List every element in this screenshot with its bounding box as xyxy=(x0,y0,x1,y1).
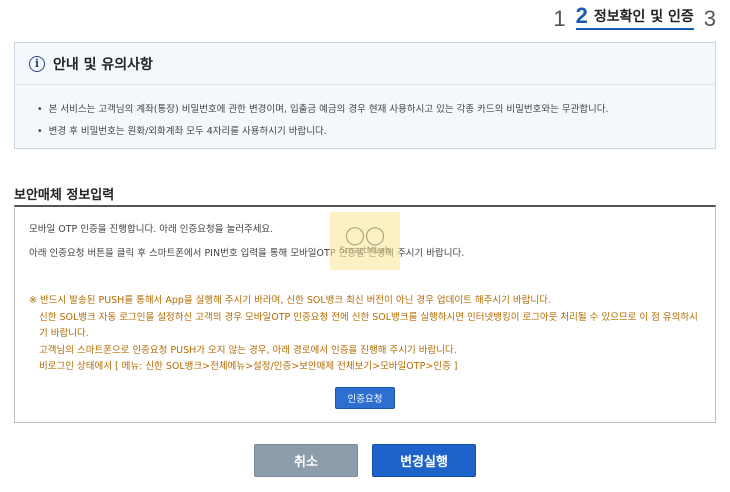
otp-instruction-1: 모바일 OTP 인증을 진행합니다. 아래 인증요청을 눌러주세요. xyxy=(29,224,274,235)
notice-header: i 안내 및 유의사항 xyxy=(15,43,715,85)
step-2-label: 정보확인 및 인증 xyxy=(593,9,694,25)
step-2-active: 2 정보확인 및 인증 xyxy=(575,3,694,30)
warning-line: 비로그인 상태에서 [ 메뉴: 신한 SOL뱅크>전체메뉴>설정/인증>보안매체… xyxy=(39,361,458,372)
section-title: 보안매체 정보입력 xyxy=(14,188,115,203)
execute-change-button[interactable]: 변경실행 xyxy=(372,444,476,477)
auth-request-button[interactable]: 인증요청 xyxy=(335,387,395,409)
warning-line: ※ 반드시 발송된 PUSH를 통해서 App을 실행해 주시기 바라며, 신한… xyxy=(29,295,551,306)
step-3: 3 xyxy=(703,6,716,31)
warning-block: ※ 반드시 발송된 PUSH를 통해서 App을 실행해 주시기 바라며, 신한… xyxy=(29,293,701,376)
notice-list: 본 서비스는 고객님의 계좌(통장) 비밀번호에 관한 변경이며, 입출금 예금… xyxy=(15,85,715,143)
warning-line: 고객님의 스마트폰으로 인증요청 PUSH가 오지 않는 경우, 아래 경로에서… xyxy=(39,344,457,356)
step-2-number: 2 xyxy=(575,3,588,28)
info-icon: i xyxy=(29,55,45,72)
notice-item: 본 서비스는 고객님의 계좌(통장) 비밀번호에 관한 변경이며, 입출금 예금… xyxy=(37,99,715,121)
notice-item: 변경 후 비밀번호는 원화/외화계좌 모두 4자리를 사용하시기 바랍니다. xyxy=(37,121,715,143)
cancel-button[interactable]: 취소 xyxy=(254,444,358,477)
notice-box: i 안내 및 유의사항 본 서비스는 고객님의 계좌(통장) 비밀번호에 관한 … xyxy=(14,42,716,149)
warning-line: 신한 SOL뱅크 자동 로그인을 설정하신 고객의 경우 모바일OTP 인증요청… xyxy=(39,311,698,340)
glasses-icon: ◯◯ xyxy=(344,225,386,246)
notice-title: 안내 및 유의사항 xyxy=(53,56,153,73)
watermark-logo: ◯◯ SmartMLab xyxy=(330,212,400,270)
watermark-text: SmartMLab xyxy=(339,246,391,256)
step-1: 1 xyxy=(553,6,566,31)
step-indicator: 1 2 정보확인 및 인증 3 xyxy=(553,4,716,30)
